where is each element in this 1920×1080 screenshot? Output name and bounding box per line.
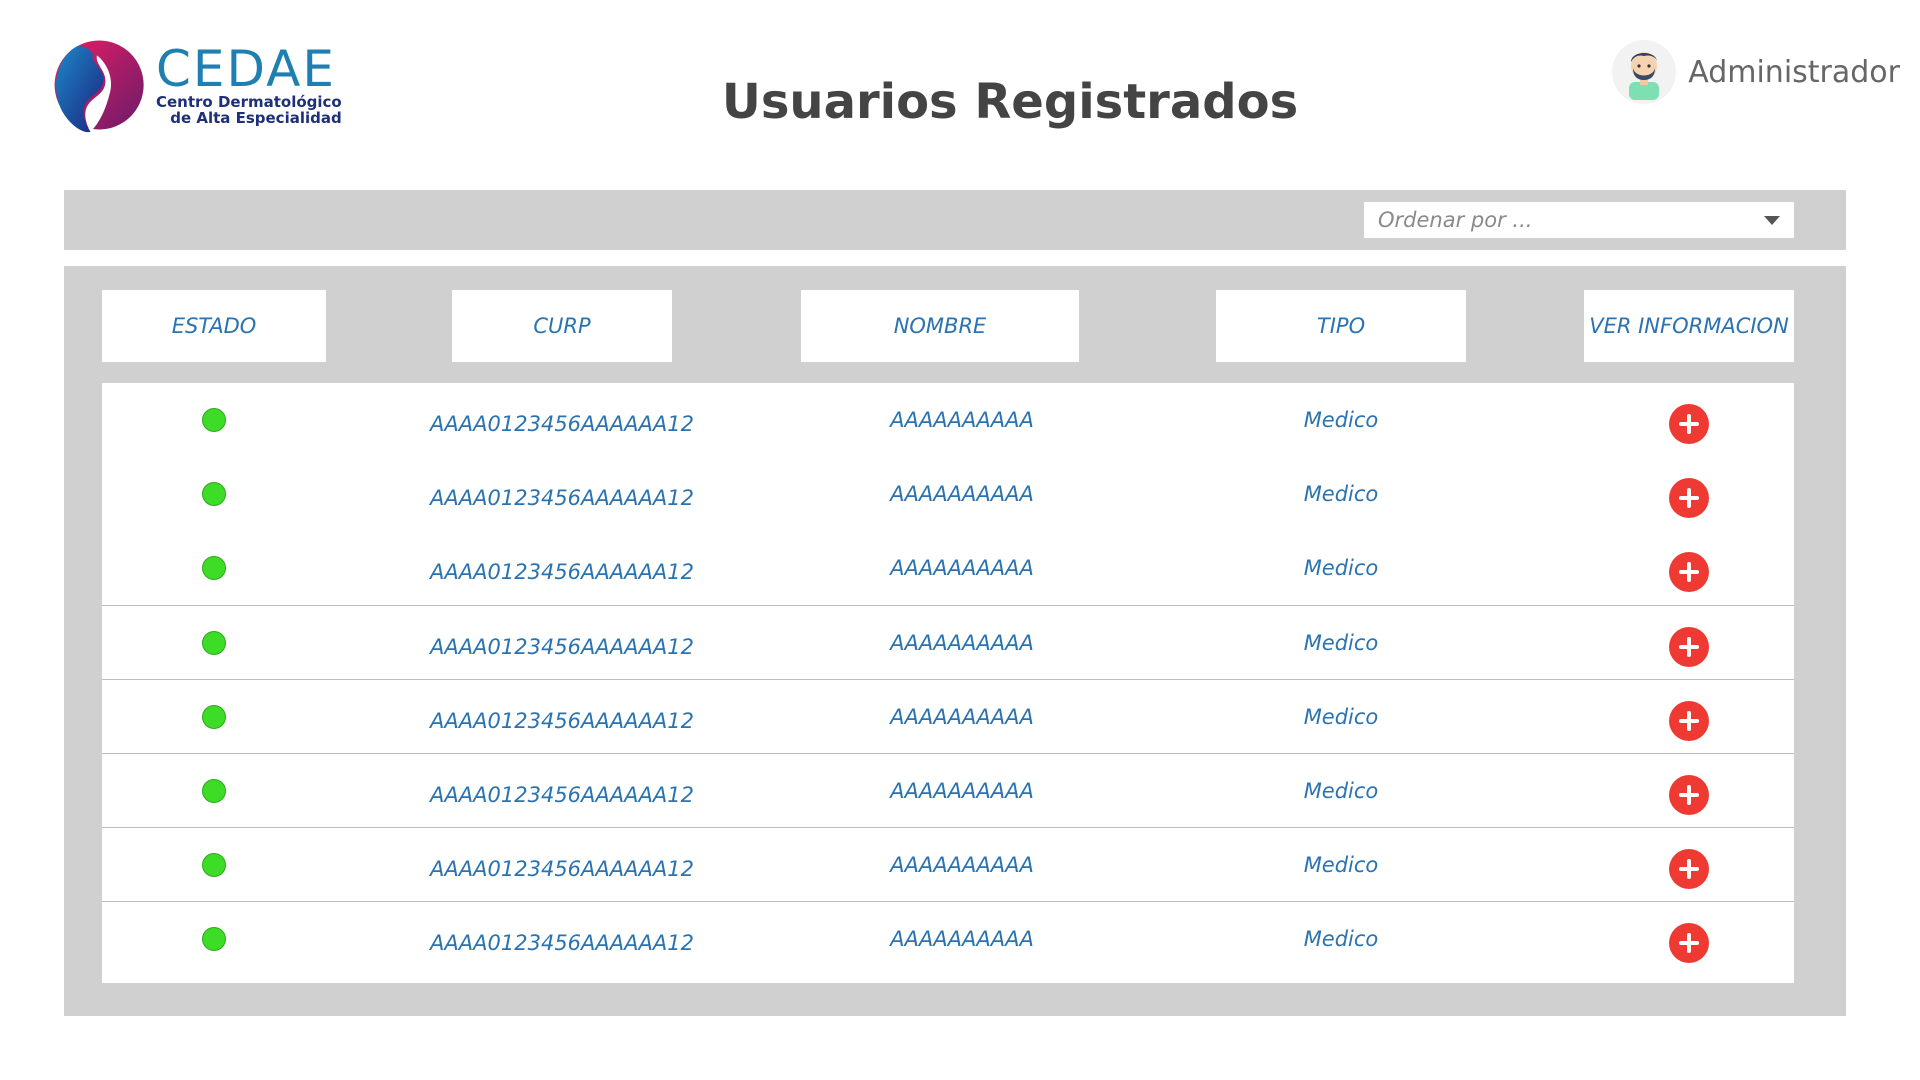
tipo-cell: Medico: [1303, 779, 1379, 803]
table-row: AAAA0123456AAAAAA12 AAAAAAAAAA Medico: [102, 901, 1794, 976]
nombre-cell: AAAAAAAAAA: [890, 927, 1034, 951]
sort-select[interactable]: Ordenar por ...: [1364, 202, 1794, 238]
nombre-cell: AAAAAAAAAA: [890, 482, 1034, 506]
status-dot-icon: [202, 408, 226, 432]
curp-cell: AAAA0123456AAAAAA12: [430, 709, 694, 733]
user-name[interactable]: Administrador: [1688, 55, 1900, 90]
nombre-cell: AAAAAAAAAA: [890, 556, 1034, 580]
action-cell: [1584, 531, 1794, 609]
action-cell: [1584, 680, 1794, 758]
status-dot-icon: [202, 927, 226, 951]
status-cell: [102, 383, 326, 457]
user-avatar-icon: [1629, 52, 1660, 100]
tipo-cell: Medico: [1303, 705, 1379, 729]
action-cell: [1584, 902, 1794, 980]
plus-circle-icon[interactable]: [1669, 478, 1709, 518]
column-header-nombre[interactable]: NOMBRE: [801, 290, 1079, 362]
table-row: AAAA0123456AAAAAA12 AAAAAAAAAA Medico: [102, 753, 1794, 828]
nombre-cell: AAAAAAAAAA: [890, 853, 1034, 877]
plus-circle-icon[interactable]: [1669, 627, 1709, 667]
status-dot-icon: [202, 705, 226, 729]
plus-circle-icon[interactable]: [1669, 923, 1709, 963]
status-dot-icon: [202, 556, 226, 580]
curp-cell: AAAA0123456AAAAAA12: [430, 783, 694, 807]
plus-circle-icon[interactable]: [1669, 552, 1709, 592]
tipo-cell: Medico: [1303, 853, 1379, 877]
nombre-cell: AAAAAAAAAA: [890, 705, 1034, 729]
status-dot-icon: [202, 779, 226, 803]
plus-circle-icon[interactable]: [1669, 775, 1709, 815]
table-row: AAAA0123456AAAAAA12 AAAAAAAAAA Medico: [102, 457, 1794, 531]
curp-cell: AAAA0123456AAAAAA12: [430, 486, 694, 510]
column-header-tipo[interactable]: TIPO: [1216, 290, 1466, 362]
tipo-cell: Medico: [1303, 927, 1379, 951]
status-cell: [102, 680, 326, 754]
table-row: AAAA0123456AAAAAA12 AAAAAAAAAA Medico: [102, 531, 1794, 605]
user-menu[interactable]: Administrador: [1612, 40, 1900, 104]
tipo-cell: Medico: [1303, 631, 1379, 655]
table-row: AAAA0123456AAAAAA12 AAAAAAAAAA Medico: [102, 679, 1794, 754]
chevron-down-icon[interactable]: [1764, 215, 1780, 225]
curp-cell: AAAA0123456AAAAAA12: [430, 635, 694, 659]
sort-placeholder: Ordenar por ...: [1378, 208, 1533, 232]
curp-cell: AAAA0123456AAAAAA12: [430, 857, 694, 881]
action-cell: [1584, 383, 1794, 461]
table-row: AAAA0123456AAAAAA12 AAAAAAAAAA Medico: [102, 383, 1794, 457]
status-cell: [102, 902, 326, 976]
curp-cell: AAAA0123456AAAAAA12: [430, 412, 694, 436]
action-cell: [1584, 828, 1794, 906]
status-dot-icon: [202, 482, 226, 506]
status-dot-icon: [202, 853, 226, 877]
nombre-cell: AAAAAAAAAA: [890, 779, 1034, 803]
users-table: ESTADO CURP NOMBRE TIPO VER INFORMACION …: [64, 266, 1846, 1016]
action-cell: [1584, 606, 1794, 684]
status-cell: [102, 606, 326, 680]
page: CEDAE Centro Dermatológico de Alta Espec…: [0, 0, 1920, 1080]
action-cell: [1584, 754, 1794, 832]
tipo-cell: Medico: [1303, 408, 1379, 432]
status-dot-icon: [202, 631, 226, 655]
avatar[interactable]: [1612, 40, 1677, 104]
plus-circle-icon[interactable]: [1669, 404, 1709, 444]
curp-cell: AAAA0123456AAAAAA12: [430, 560, 694, 584]
action-cell: [1584, 457, 1794, 535]
status-cell: [102, 531, 326, 605]
column-header-curp[interactable]: CURP: [452, 290, 672, 362]
column-header-estado[interactable]: ESTADO: [102, 290, 326, 362]
tipo-cell: Medico: [1303, 482, 1379, 506]
curp-cell: AAAA0123456AAAAAA12: [430, 931, 694, 955]
table-row: AAAA0123456AAAAAA12 AAAAAAAAAA Medico: [102, 605, 1794, 680]
nombre-cell: AAAAAAAAAA: [890, 408, 1034, 432]
plus-circle-icon[interactable]: [1669, 701, 1709, 741]
status-cell: [102, 828, 326, 902]
nombre-cell: AAAAAAAAAA: [890, 631, 1034, 655]
tipo-cell: Medico: [1303, 556, 1379, 580]
status-cell: [102, 754, 326, 828]
table-row: AAAA0123456AAAAAA12 AAAAAAAAAA Medico: [102, 827, 1794, 902]
column-header-ver-informacion[interactable]: VER INFORMACION: [1584, 290, 1794, 362]
plus-circle-icon[interactable]: [1669, 849, 1709, 889]
table-body: AAAA0123456AAAAAA12 AAAAAAAAAA Medico AA…: [102, 383, 1794, 983]
status-cell: [102, 457, 326, 531]
toolbar: Ordenar por ...: [64, 190, 1846, 250]
